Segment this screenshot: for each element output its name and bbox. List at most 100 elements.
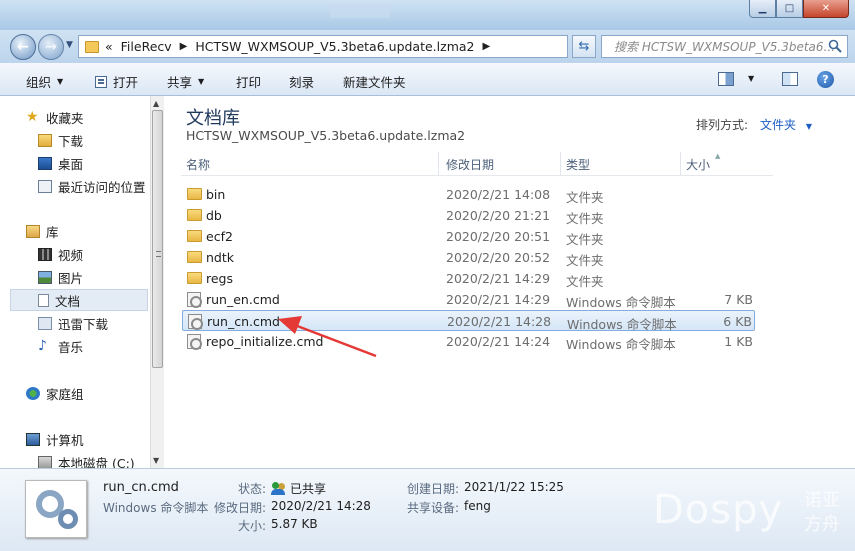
sidebar-item-videos[interactable]: 视频 [38,243,148,265]
details-pane: run_cn.cmd Windows 命令脚本 状态: 已共享 修改日期: 20… [0,468,855,551]
sidebar-item-recent-places[interactable]: 最近访问的位置 [38,175,150,197]
file-size: 1 KB [724,334,753,349]
sidebar-item-pictures[interactable]: 图片 [38,266,148,288]
file-size: 6 KB [723,314,752,329]
file-type: 文件夹 [566,211,604,226]
file-date: 2020/2/21 14:29 [446,271,551,286]
sidebar-item-libraries[interactable]: 库 [26,220,148,242]
sidebar-item-documents[interactable]: 文档 [10,289,148,311]
open-label: 打开 [113,75,139,90]
sidebar-scrollbar[interactable]: ▲ ▼ [150,96,164,468]
sidebar-item-favorites[interactable]: ★ 收藏夹 [26,106,148,128]
file-name: run_en.cmd [206,292,280,307]
chevron-right-icon[interactable]: ▶ [180,41,188,52]
recent-places-icon [38,179,52,193]
folder-icon [85,40,99,53]
refresh-button[interactable]: ⇆ [572,35,596,58]
preview-pane-icon[interactable] [782,72,798,86]
scroll-up-icon[interactable]: ▲ [153,99,159,108]
sidebar-item-downloads[interactable]: 下载 [38,129,148,151]
help-icon[interactable]: ? [817,71,834,88]
file-row-run-en-cmd[interactable]: run_en.cmd 2020/2/21 14:29 Windows 命令脚本 … [182,289,755,310]
column-header-date[interactable]: 修改日期 [441,152,561,176]
view-options-dropdown[interactable]: ▼ [748,74,754,83]
file-name: ecf2 [206,229,233,244]
minimize-button[interactable]: ▁ [749,0,776,18]
state-text: 已共享 [290,482,327,496]
file-row-run-cn-cmd[interactable]: run_cn.cmd 2020/2/21 14:28 Windows 命令脚本 … [182,310,755,332]
forward-button[interactable]: → [38,34,64,60]
sidebar-item-music[interactable]: ♪ 音乐 [38,335,148,357]
sidebar-item-label: 最近访问的位置 [58,179,146,195]
folder-icon [187,251,202,263]
arrange-by-label: 排列方式: [696,118,749,132]
print-button[interactable]: 打印 [236,72,261,91]
computer-icon [26,432,40,446]
chevron-right-icon[interactable]: ▶ [482,41,490,52]
file-type: 文件夹 [566,253,604,268]
address-bar[interactable]: « FileRecv ▶ HCTSW_WXMSOUP_V5.3beta6.upd… [78,35,568,58]
file-name: repo_initialize.cmd [206,334,324,349]
organize-menu[interactable]: 组织 ▼ [26,72,63,91]
file-date: 2020/2/21 14:24 [446,334,551,349]
sidebar-item-label: 家庭组 [46,386,84,402]
breadcrumb-overflow[interactable]: « [105,39,113,54]
details-size-value: 5.87 KB [271,517,318,531]
caret-down-icon: ▼ [805,122,812,131]
file-row-ecf2[interactable]: ecf2 2020/2/20 20:51 文件夹 [182,226,755,247]
file-thumbnail [25,480,87,538]
file-row-db[interactable]: db 2020/2/20 21:21 文件夹 [182,205,755,226]
arrange-by-dropdown[interactable]: 文件夹 ▼ [760,116,812,133]
file-type: 文件夹 [566,274,604,289]
file-date: 2020/2/21 14:28 [447,314,552,329]
command-toolbar: 组织 ▼ 打开 共享 ▼ 打印 刻录 新建文件夹 ▼ ? [0,63,855,96]
file-row-regs[interactable]: regs 2020/2/21 14:29 文件夹 [182,268,755,289]
share-menu[interactable]: 共享 ▼ [167,72,204,91]
file-type: 文件夹 [566,232,604,247]
arrow-right-icon: → [45,39,57,55]
title-bar-blur [330,4,390,18]
search-icon[interactable] [828,39,842,53]
cmd-script-icon [187,292,202,308]
breadcrumb-current-folder[interactable]: HCTSW_WXMSOUP_V5.3beta6.update.lzma2 [195,39,474,54]
sidebar-item-label: 图片 [58,270,84,286]
sidebar-item-thunder-downloads[interactable]: 迅雷下载 [38,312,148,334]
file-row-bin[interactable]: bin 2020/2/21 14:08 文件夹 [182,184,755,205]
content-area: ★ 收藏夹 下载 桌面 最近访问的位置 库 视频 图片 文档 迅雷下载 ♪ 音乐… [0,96,855,468]
title-bar: ▁ □ ✕ [0,0,855,30]
file-row-ndtk[interactable]: ndtk 2020/2/20 20:52 文件夹 [182,247,755,268]
open-button[interactable]: 打开 [95,72,138,91]
recent-pages-dropdown[interactable]: ▼ [66,40,73,50]
star-icon: ★ [26,108,39,125]
details-modified-value: 2020/2/21 14:28 [271,499,371,513]
burn-button[interactable]: 刻录 [289,72,314,91]
library-subtitle: HCTSW_WXMSOUP_V5.3beta6.update.lzma2 [186,128,466,143]
sidebar-item-homegroup[interactable]: 家庭组 [26,382,148,404]
folder-icon [187,209,202,221]
breadcrumb-filerecv[interactable]: FileRecv [121,39,172,54]
details-created-value: 2021/1/22 15:25 [464,480,564,494]
sidebar-item-local-disk-c[interactable]: 本地磁盘 (C:) [38,451,148,468]
change-view-icon[interactable] [718,72,734,86]
sidebar-item-label: 迅雷下载 [58,316,109,332]
column-header-type[interactable]: 类型 [561,152,681,176]
close-button[interactable]: ✕ [803,0,849,18]
scrollbar-thumb[interactable] [152,110,163,368]
sidebar-item-computer[interactable]: 计算机 [26,428,148,450]
details-file-name: run_cn.cmd [103,480,179,495]
scroll-down-icon[interactable]: ▼ [153,456,159,465]
homegroup-icon [26,386,40,400]
back-button[interactable]: ← [10,34,36,60]
sidebar-item-desktop[interactable]: 桌面 [38,152,148,174]
file-name: bin [206,187,226,202]
window-controls: ▁ □ ✕ [749,0,849,18]
maximize-button[interactable]: □ [776,0,803,18]
details-state-label: 状态: [238,482,267,496]
local-disk-icon [38,455,52,468]
new-folder-button[interactable]: 新建文件夹 [343,72,406,91]
file-row-repo-initialize-cmd[interactable]: repo_initialize.cmd 2020/2/21 14:24 Wind… [182,331,755,352]
search-input[interactable]: 搜索 HCTSW_WXMSOUP_V5.3beta6... [601,35,848,58]
share-label: 共享 [167,75,193,90]
column-header-name[interactable]: 名称 [181,152,439,176]
file-list-pane: 文档库 HCTSW_WXMSOUP_V5.3beta6.update.lzma2… [165,96,855,468]
